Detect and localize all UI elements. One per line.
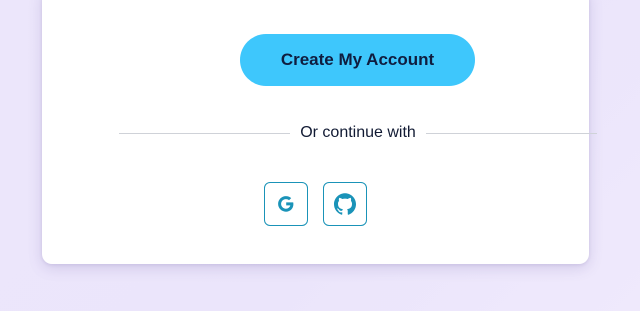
signup-card: Create My Account Or continue with [42,0,598,264]
google-icon [276,194,296,214]
or-continue-divider: Or continue with [119,122,598,144]
divider-line-left [119,132,291,134]
divider-label: Or continue with [300,124,416,141]
github-login-button[interactable] [323,182,367,226]
google-login-button[interactable] [264,182,308,226]
github-icon [334,193,356,215]
divider-line-right [425,132,598,134]
create-account-button[interactable]: Create My Account [240,34,475,86]
